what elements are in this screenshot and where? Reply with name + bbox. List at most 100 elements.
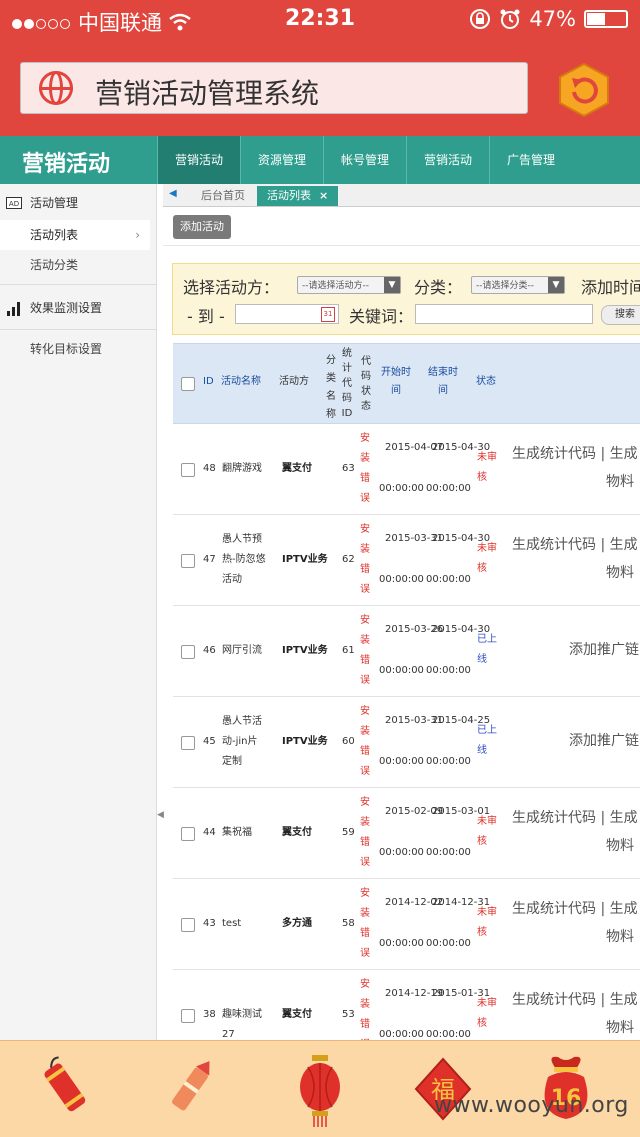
sidebar: AD 活动管理 活动列表 › 活动分类 效果监测设置 转化目标设置 [0, 184, 157, 1040]
cell-id: 43 [203, 918, 216, 929]
cell-id: 45 [203, 736, 216, 747]
row-checkbox[interactable] [181, 918, 195, 932]
nav-item-ads[interactable]: 广告管理 [489, 136, 572, 184]
tab-label: 活动列表 [267, 189, 311, 202]
cell-start-time: 00:00:00 [379, 847, 424, 858]
cell-code-status: 安装错误 [360, 706, 370, 777]
col-status[interactable]: 状态 [476, 373, 496, 391]
sidebar-group-activity: AD 活动管理 [0, 184, 156, 220]
divider [0, 329, 156, 330]
tab-home[interactable]: 后台首页 [191, 186, 255, 206]
row-checkbox[interactable] [181, 463, 195, 477]
chevron-right-icon: › [135, 228, 140, 242]
table-row[interactable]: 44 集祝福 翼支付 59 安装错误 2015-02-09 00:00:00 2015-03-… [173, 788, 640, 879]
ad-icon: AD [6, 197, 22, 209]
site-brand: 营销活动 [22, 152, 111, 177]
material-link[interactable]: 物料 | [606, 468, 640, 496]
cell-party: 多方通 [282, 918, 312, 929]
material-link[interactable]: 物料 | [606, 832, 640, 860]
cell-start-time: 00:00:00 [379, 665, 424, 676]
col-id[interactable]: ID [203, 373, 214, 391]
material-link[interactable]: 物料 | [606, 1014, 640, 1040]
search-button[interactable]: 搜索 [601, 305, 640, 325]
category-select-value: --请选择分类-- [476, 281, 534, 291]
table-body: 48 翻牌游戏 翼支付 63 安装错误 2015-04-07 00:00:00 2015-04… [173, 424, 640, 1040]
col-party: 活动方 [279, 376, 309, 387]
site-header: 营销活动 营销活动 资源管理 帐号管理 营销活动 广告管理 [0, 136, 640, 184]
generate-code-link[interactable]: 生成统计代码 | 生成 [512, 440, 638, 468]
sidebar-item-activity-list[interactable]: 活动列表 › [0, 220, 150, 250]
firecracker-icon[interactable] [38, 1055, 94, 1123]
battery-percent: 47% [529, 7, 576, 31]
activity-table: ID 活动名称 活动方 分类名称 统计代码ID 代码状态 开始时间 结束时间 状… [173, 343, 640, 1040]
cell-code-status: 安装错误 [360, 888, 370, 959]
cell-stat-id: 61 [342, 645, 355, 656]
chevron-down-icon: ▼ [384, 277, 400, 293]
party-select[interactable]: --请选择活动方-- ▼ [297, 276, 401, 294]
table-row[interactable]: 47 愚人节预热-防忽悠活动 IPTV业务 62 安装错误 2015-03-31 00:00… [173, 515, 640, 606]
col-end-time[interactable]: 结束时间 [426, 364, 460, 400]
end-date-input[interactable]: 31 [235, 304, 339, 324]
cell-stat-id: 60 [342, 736, 355, 747]
nav-item-marketing[interactable]: 营销活动 [157, 136, 240, 184]
keyword-input[interactable] [415, 304, 593, 324]
calendar-icon[interactable]: 31 [321, 307, 335, 322]
table-row[interactable]: 46 网厅引流 IPTV业务 61 安装错误 2015-03-26 00:00:00 2015… [173, 606, 640, 697]
globe-icon [39, 71, 73, 105]
lantern-icon[interactable] [298, 1055, 342, 1127]
status-badge: 未审核 [477, 998, 497, 1029]
cell-id: 44 [203, 827, 216, 838]
title-bar[interactable]: 营销活动管理系统 [20, 62, 528, 114]
main-nav: 营销活动 资源管理 帐号管理 营销活动 广告管理 [157, 136, 572, 184]
alarm-icon [500, 9, 520, 29]
sidebar-item-conversion-goal[interactable]: 转化目标设置 [0, 334, 156, 364]
col-start-time[interactable]: 开始时间 [379, 364, 413, 400]
generate-code-link[interactable]: 生成统计代码 | 生成 [512, 895, 638, 923]
svg-text:AD: AD [9, 200, 19, 208]
row-checkbox[interactable] [181, 1009, 195, 1023]
generate-code-link[interactable]: 生成统计代码 | 生成 [512, 531, 638, 559]
row-checkbox[interactable] [181, 645, 195, 659]
table-row[interactable]: 48 翻牌游戏 翼支付 63 安装错误 2015-04-07 00:00:00 2015-04… [173, 424, 640, 515]
cell-name: 网厅引流 [222, 645, 262, 656]
nav-item-resources[interactable]: 资源管理 [240, 136, 323, 184]
cell-id: 46 [203, 645, 216, 656]
refresh-icon[interactable] [556, 62, 612, 118]
rocket-firework-icon[interactable] [162, 1055, 218, 1123]
cell-party: 翼支付 [282, 1009, 312, 1020]
chevron-down-icon: ▼ [548, 277, 564, 293]
row-checkbox[interactable] [181, 554, 195, 568]
tab-activity-list[interactable]: 活动列表 × [257, 186, 339, 206]
status-bar: 中国联通 22:31 47% [0, 0, 640, 40]
table-row[interactable]: 38趣味测试27翼支付53安装错误2014-12-1900:00:002015-… [173, 970, 640, 1040]
status-badge: 已上线 [477, 725, 497, 756]
cell-id: 38 [203, 1009, 216, 1020]
main-content: ◀ 后台首页 活动列表 × 添加活动 选择活动方： --请选择活动方-- ▼ 分类：… [163, 184, 640, 1040]
bar-chart-icon [7, 302, 20, 316]
select-all-checkbox[interactable] [181, 377, 195, 391]
add-promo-link[interactable]: 添加推广链 [569, 636, 639, 664]
material-link[interactable]: 物料 | [606, 559, 640, 587]
status-badge: 未审核 [477, 816, 497, 847]
generate-code-link[interactable]: 生成统计代码 | 生成 [512, 986, 638, 1014]
row-checkbox[interactable] [181, 827, 195, 841]
cell-code-status: 安装错误 [360, 615, 370, 686]
material-link[interactable]: 物料 | [606, 923, 640, 951]
category-label: 分类： [414, 278, 463, 297]
category-select[interactable]: --请选择分类-- ▼ [471, 276, 565, 294]
nav-item-accounts[interactable]: 帐号管理 [323, 136, 406, 184]
close-icon[interactable]: × [319, 189, 328, 202]
cell-code-status: 安装错误 [360, 797, 370, 868]
sidebar-item-activity-category[interactable]: 活动分类 [0, 250, 156, 280]
party-label: 选择活动方： [183, 278, 280, 297]
add-activity-button[interactable]: 添加活动 [173, 215, 231, 239]
add-promo-link[interactable]: 添加推广链 [569, 727, 639, 755]
col-name[interactable]: 活动名称 [221, 373, 261, 391]
watermark: www.wooyun.org [434, 1093, 629, 1118]
table-row[interactable]: 43 test 多方通 58 安装错误 2014-12-02 00:00:00 2014-12… [173, 879, 640, 970]
generate-code-link[interactable]: 生成统计代码 | 生成 [512, 804, 638, 832]
table-row[interactable]: 45 愚人节活动-jin片定制 IPTV业务 60 安装错误 2015-03-31 00:0… [173, 697, 640, 788]
tab-scroll-left-icon[interactable]: ◀ [169, 188, 177, 199]
row-checkbox[interactable] [181, 736, 195, 750]
nav-item-marketing-2[interactable]: 营销活动 [406, 136, 489, 184]
